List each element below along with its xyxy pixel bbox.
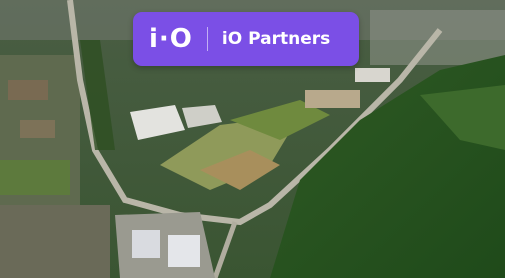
industrial-buildings-2: [355, 68, 390, 82]
aerial-photo: i·O iO Partners: [0, 0, 505, 278]
residential-roofs: [8, 80, 48, 100]
industrial-buildings: [305, 90, 360, 108]
brand-name: iO Partners: [221, 28, 331, 49]
badge-divider: [206, 27, 208, 51]
residential-roofs-2: [20, 120, 55, 138]
io-partners-badge: i·O iO Partners: [133, 12, 359, 66]
retail-roof-2: [168, 235, 200, 267]
residential-bottom-left: [0, 205, 110, 278]
retail-roof-1: [132, 230, 160, 258]
field-left: [0, 160, 70, 195]
io-logo-icon: i·O: [149, 24, 193, 54]
